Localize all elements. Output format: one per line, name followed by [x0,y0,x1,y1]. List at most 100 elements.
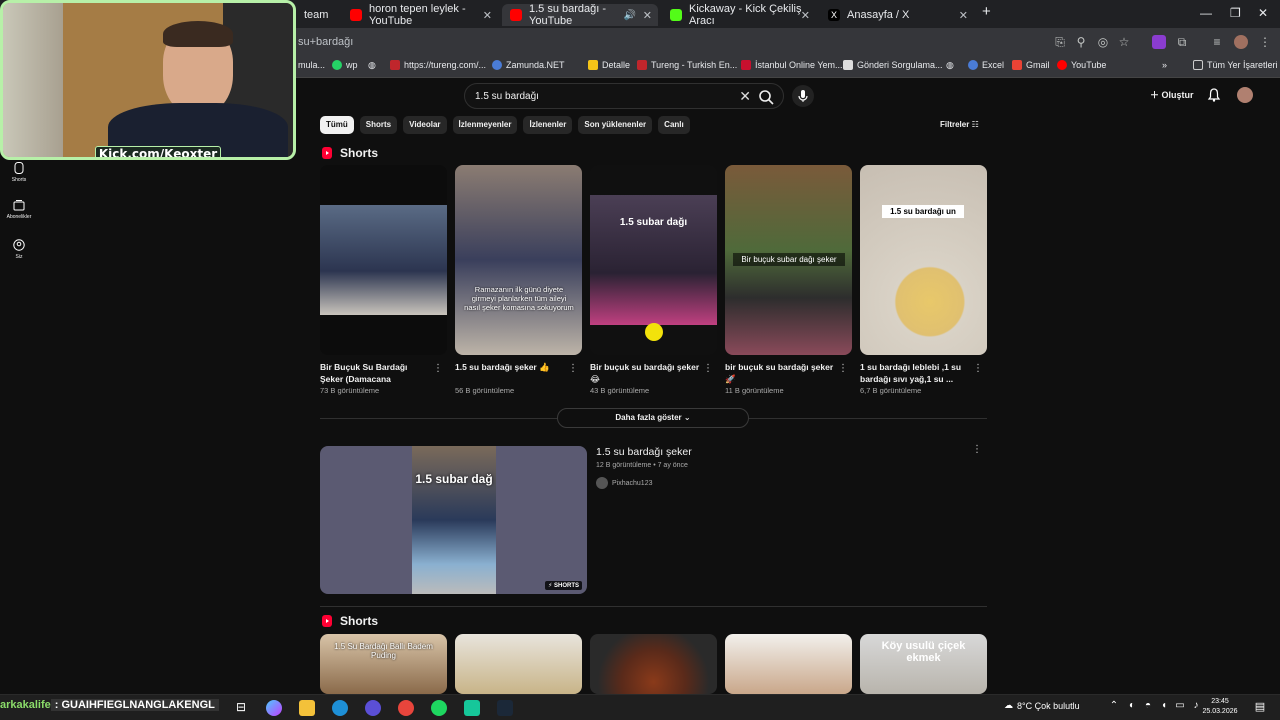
chip-recent[interactable]: Son yüklenenler [578,116,653,134]
minimize-button[interactable]: — [1200,6,1212,20]
copilot-icon[interactable] [266,700,282,716]
chip-videos[interactable]: Videolar [403,116,447,134]
short-thumbnail[interactable]: 1.5 Su Bardağı Ballı Badem Puding [320,634,447,694]
tab-su-bardagi[interactable]: 1.5 su bardağı - YouTube 🔊 ✕ [502,3,658,27]
chip-watched[interactable]: İzlenenler [523,116,573,134]
clock[interactable]: 23:45 25.03.2026 [1200,697,1240,717]
chevron-up-icon[interactable]: ⌃ [1106,700,1122,716]
nav-subscriptions[interactable]: Abonelikler [6,200,32,220]
short-card[interactable] [590,634,717,694]
globe-icon[interactable]: ◍ [946,60,954,71]
short-thumbnail[interactable]: 1.5 su bardağı un [860,165,987,355]
puzzle-icon[interactable]: ⧉ [1175,35,1189,49]
chevron-right-icon[interactable]: » [1162,60,1167,70]
search-icon[interactable] [755,87,777,107]
short-card[interactable]: 1.5 Su Bardağı Ballı Badem Puding [320,634,447,694]
new-tab-button[interactable]: + [982,3,991,20]
avatar[interactable] [1237,87,1253,103]
create-button[interactable]: ＋ Oluştur [1150,88,1194,101]
media-icon[interactable]: ≡ [1210,35,1224,49]
tray-icon[interactable]: ◓ [1140,700,1156,716]
bookmark[interactable]: Detalle [588,60,630,70]
url-text[interactable]: su+bardağı [298,36,353,48]
maximize-button[interactable]: ❐ [1230,6,1241,20]
bookmark[interactable]: Zamunda.NET [492,60,565,70]
short-title[interactable]: 1.5 su bardağı şeker 👍 [455,361,567,385]
short-thumbnail[interactable] [455,634,582,694]
menu-dots-icon[interactable]: ⋮ [1258,35,1272,49]
notification-icon[interactable]: ▤ [1252,700,1268,716]
task-view-icon[interactable]: ⊟ [233,700,249,716]
tab-kickaway[interactable]: Kickaway - Kick Çekiliş Aracı ✕ [662,3,816,27]
bookmark[interactable]: mula... [298,60,325,70]
mic-icon[interactable]: ◖ [1156,700,1172,716]
chip-unwatched[interactable]: İzlenmeyenler [452,116,518,134]
tab-horon[interactable]: horon tepen leylek - YouTube ✕ [342,3,498,27]
bookmark[interactable]: Tureng - Turkish En... [637,60,737,70]
chip-live[interactable]: Canlı [658,116,690,134]
bookmark[interactable]: https://tureng.com/... [390,60,486,70]
short-thumbnail[interactable]: Ramazanın ilk günü diyete girmeyi planla… [455,165,582,355]
tray-icon[interactable]: ◐ [1124,700,1140,716]
close-window-button[interactable]: ✕ [1258,6,1268,20]
clear-icon[interactable]: ✕ [739,88,751,105]
all-bookmarks[interactable]: Tüm Yer İşaretleri [1193,60,1278,70]
chip-all[interactable]: Tümü [320,116,354,134]
filters-button[interactable]: Filtreler ☷ [940,120,979,129]
weather-widget[interactable]: ☁ 8°C Çok bulutlu [1004,700,1080,711]
more-options-icon[interactable]: ⋮ [838,363,848,374]
short-card[interactable] [725,634,852,694]
extension-icon[interactable] [1152,35,1166,49]
short-thumbnail[interactable] [590,634,717,694]
short-card[interactable]: Bir buçuk subar dağı şeker bir buçuk su … [725,165,852,395]
bookmark[interactable]: YouTube [1057,60,1106,70]
short-thumbnail[interactable]: Köy usulü çiçek ekmek [860,634,987,694]
short-card[interactable]: 1.5 su bardağı un 1 su bardağı leblebi ,… [860,165,987,395]
close-icon[interactable]: ✕ [643,9,652,22]
video-title[interactable]: 1.5 su bardağı şeker [596,446,692,458]
video-channel[interactable]: Pixhachu123 [596,477,692,489]
show-more-button[interactable]: Daha fazla göster ⌄ [557,408,749,428]
mic-icon[interactable] [792,85,814,107]
bookmark[interactable]: Gmail [1012,60,1050,70]
short-card[interactable]: 1.5 subar dağı Bir buçuk su bardağı şeke… [590,165,717,395]
install-icon[interactable]: ⎘ [1053,35,1067,49]
short-thumbnail[interactable] [320,165,447,355]
short-thumbnail[interactable]: Bir buçuk subar dağı şeker [725,165,852,355]
nav-shorts[interactable]: Shorts [6,162,32,183]
file-explorer-icon[interactable] [299,700,315,716]
more-options-icon[interactable]: ⋮ [972,444,982,455]
more-options-icon[interactable]: ⋮ [433,363,443,374]
spotify-icon[interactable] [431,700,447,716]
search-box[interactable]: 1.5 su bardağı ✕ [464,83,784,109]
bookmark[interactable]: Excel [968,60,1004,70]
chrome-icon[interactable] [398,700,414,716]
more-options-icon[interactable]: ⋮ [703,363,713,374]
tab-team[interactable]: team [296,4,340,26]
network-icon[interactable]: ▭ [1172,700,1188,716]
speaker-icon[interactable]: 🔊 [624,10,636,21]
nav-you[interactable]: Siz [6,239,32,260]
close-icon[interactable]: ✕ [959,9,968,22]
video-thumbnail[interactable]: 1.5 subar dağ ⚡ SHORTS [320,446,587,594]
star-icon[interactable]: ☆ [1117,35,1131,49]
tab-x[interactable]: X Anasayfa / X ✕ [820,4,974,26]
more-options-icon[interactable]: ⋮ [973,363,983,374]
short-title[interactable]: 1 su bardağı leblebi ,1 su bardağı sıvı … [860,361,972,385]
app-icon[interactable] [464,700,480,716]
short-title[interactable]: Bir buçuk su bardağı şeker 😂 [590,361,702,385]
search-input[interactable]: 1.5 su bardağı [475,91,539,102]
eye-off-icon[interactable]: ◎ [1096,35,1110,49]
short-title[interactable]: bir buçuk su bardağı şeker 🚀 [725,361,837,385]
short-card[interactable]: Ramazanın ilk günü diyete girmeyi planla… [455,165,582,395]
short-card[interactable]: Köy usulü çiçek ekmek [860,634,987,694]
close-icon[interactable]: ✕ [801,9,810,22]
short-title[interactable]: Bir Buçuk Su Bardağı Şeker (Damacana İle… [320,361,432,385]
short-thumbnail[interactable]: 1.5 subar dağı [590,165,717,355]
chip-shorts[interactable]: Shorts [359,116,398,134]
bookmark[interactable]: Gönderi Sorgulama... [843,60,943,70]
short-card[interactable] [455,634,582,694]
more-options-icon[interactable]: ⋮ [568,363,578,374]
zoom-icon[interactable]: ⚲ [1074,35,1088,49]
short-thumbnail[interactable] [725,634,852,694]
